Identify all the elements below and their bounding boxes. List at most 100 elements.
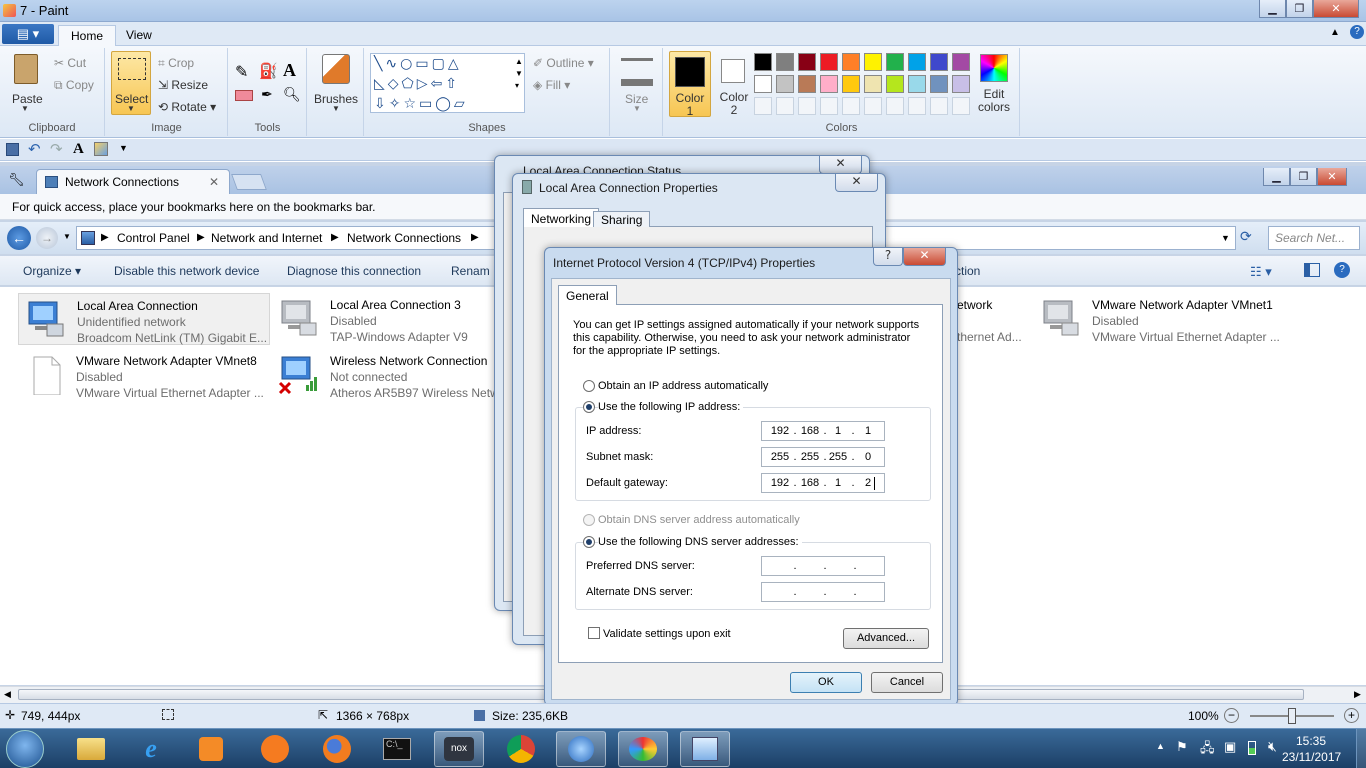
disable-device-button[interactable]: Disable this network device (114, 264, 259, 278)
color2-button[interactable]: Color 2 (714, 51, 756, 117)
close-tab-icon[interactable]: ✕ (209, 175, 219, 189)
taskbar-control-panel[interactable] (680, 731, 730, 767)
color-swatch[interactable] (798, 53, 816, 71)
scroll-left-icon[interactable]: ◀ (4, 689, 11, 700)
default-gateway-field[interactable]: 192. 168. 1. 2 (761, 473, 885, 493)
paste-button[interactable]: Paste ▼ (6, 50, 46, 114)
file-menu-button[interactable]: ▤ ▾ (2, 24, 54, 44)
taskbar-media-player[interactable] (186, 731, 236, 767)
history-dropdown-icon[interactable]: ▼ (63, 232, 71, 241)
browser-maximize-button[interactable]: ❐ (1290, 168, 1317, 186)
volume-muted-icon[interactable]: 🔇︎ (1268, 738, 1277, 755)
list-item[interactable]: VMware Network Adapter VMnet8 Disabled V… (18, 349, 270, 401)
use-ip-radio[interactable] (583, 401, 595, 413)
fill-button[interactable]: ◈ Fill ▾ (533, 78, 570, 92)
status-close-button[interactable]: ✕ (819, 156, 862, 174)
command-partial[interactable]: ction (955, 264, 980, 278)
action-center-icon[interactable]: ⚑ (1176, 739, 1188, 755)
custom-color-slot[interactable] (798, 97, 816, 115)
maximize-button[interactable]: ❐ (1286, 0, 1313, 18)
color-swatch[interactable] (930, 53, 948, 71)
use-dns-label[interactable]: Use the following DNS server addresses: (598, 536, 802, 548)
help-icon[interactable]: ? (1350, 25, 1364, 39)
scroll-right-icon[interactable]: ▶ (1354, 689, 1361, 700)
browser-minimize-button[interactable]: ▁ (1263, 168, 1290, 186)
taskbar-command-prompt[interactable]: C:\_ (372, 731, 422, 767)
color-swatch[interactable] (842, 75, 860, 93)
customize-qat-icon[interactable]: ▼ (119, 143, 128, 153)
color-swatch[interactable] (798, 75, 816, 93)
ipv4-close-button[interactable]: ✕ (903, 248, 946, 266)
color-swatch[interactable] (776, 75, 794, 93)
subnet-mask-field[interactable]: 255. 255. 255. 0 (761, 447, 885, 467)
obtain-ip-radio[interactable] (583, 380, 595, 392)
organize-button[interactable]: Organize ▾ (23, 264, 81, 278)
tab-home[interactable]: Home (58, 25, 117, 46)
network-status-icon[interactable]: 🖧︎ (1200, 739, 1215, 761)
resize-button[interactable]: ⇲ Resize (158, 78, 208, 92)
clock-date[interactable]: 23/11/2017 (1282, 750, 1341, 764)
shapes-gallery[interactable]: ╲∿○▭▢△ ◺◇⬠▷⇦⇧ ⇩✧☆▭◯▱ (370, 53, 525, 113)
zoom-in-button[interactable]: + (1344, 708, 1359, 723)
breadcrumb-network-connections[interactable]: Network Connections (347, 231, 461, 245)
preferred-dns-field[interactable]: ... (761, 556, 885, 576)
color-swatch[interactable] (842, 53, 860, 71)
color-swatch[interactable] (908, 53, 926, 71)
back-button[interactable]: ← (7, 226, 31, 250)
search-input[interactable]: Search Net... (1268, 226, 1360, 250)
minimize-ribbon-icon[interactable]: ▲ (1330, 27, 1340, 38)
brushes-button[interactable]: Brushes ▼ (312, 50, 360, 114)
ipv4-help-button[interactable]: ? (873, 248, 903, 266)
cut-button[interactable]: ✂ Cut (54, 56, 86, 70)
address-dropdown-icon[interactable]: ▼ (1221, 233, 1230, 243)
copy-button[interactable]: ⧉ Copy (54, 78, 94, 93)
color-swatch[interactable] (864, 75, 882, 93)
custom-color-slot[interactable] (864, 97, 882, 115)
ip-address-field[interactable]: 192. 168. 1. 1 (761, 421, 885, 441)
custom-color-slot[interactable] (754, 97, 772, 115)
advanced-button[interactable]: Advanced... (843, 628, 929, 649)
explorer-help-icon[interactable]: ? (1334, 262, 1350, 278)
rename-button-partial[interactable]: Renam (451, 264, 490, 278)
show-desktop-button[interactable] (1356, 729, 1366, 768)
text-icon[interactable]: A (73, 141, 84, 158)
taskbar-firefox[interactable] (312, 731, 362, 767)
obtain-ip-label[interactable]: Obtain an IP address automatically (598, 380, 768, 392)
properties-close-button[interactable]: ✕ (835, 174, 878, 192)
redo-icon[interactable]: ↷ (50, 140, 63, 158)
breadcrumb-control-panel[interactable]: Control Panel (117, 231, 190, 245)
color-swatch[interactable] (908, 75, 926, 93)
browser-close-button[interactable]: ✕ (1317, 168, 1347, 186)
list-item[interactable]: Wireless Network Connection Not connecte… (272, 349, 524, 401)
color-swatch[interactable] (886, 75, 904, 93)
tray-app-icon[interactable]: ▣ (1224, 739, 1236, 755)
list-item[interactable]: Local Area Connection Unidentified netwo… (18, 293, 270, 345)
start-button[interactable] (6, 730, 44, 768)
select-button[interactable]: Select ▼ (111, 51, 151, 115)
taskbar-network-app[interactable] (556, 731, 606, 767)
tab-view[interactable]: View (114, 25, 164, 46)
breadcrumb-network-internet[interactable]: Network and Internet (211, 231, 322, 245)
new-tab-button[interactable] (231, 174, 267, 190)
eraser-icon[interactable] (235, 90, 253, 101)
outline-button[interactable]: ✐ Outline ▾ (533, 56, 594, 70)
use-dns-radio[interactable] (583, 536, 595, 548)
preview-pane-icon[interactable] (1304, 263, 1320, 277)
list-item[interactable]: VMware Network Adapter VMnet1 Disabled V… (1034, 293, 1286, 345)
taskbar-explorer[interactable] (66, 731, 116, 767)
color-swatch[interactable] (952, 53, 970, 71)
validate-label[interactable]: Validate settings upon exit (603, 628, 731, 640)
color-picker-icon[interactable]: ✒ (261, 86, 273, 103)
custom-color-slot[interactable] (776, 97, 794, 115)
use-ip-label[interactable]: Use the following IP address: (598, 401, 744, 413)
cancel-button[interactable]: Cancel (871, 672, 943, 693)
tab-sharing[interactable]: Sharing (593, 211, 651, 227)
color-swatch[interactable] (754, 75, 772, 93)
color-swatch[interactable] (886, 53, 904, 71)
browser-tab-network-connections[interactable]: Network Connections ✕ (36, 169, 230, 194)
zoom-out-button[interactable]: − (1224, 708, 1239, 723)
tab-networking[interactable]: Networking (523, 208, 600, 227)
close-button[interactable]: ✕ (1313, 0, 1359, 18)
color-swatch[interactable] (952, 75, 970, 93)
taskbar-uc-browser[interactable] (250, 731, 300, 767)
